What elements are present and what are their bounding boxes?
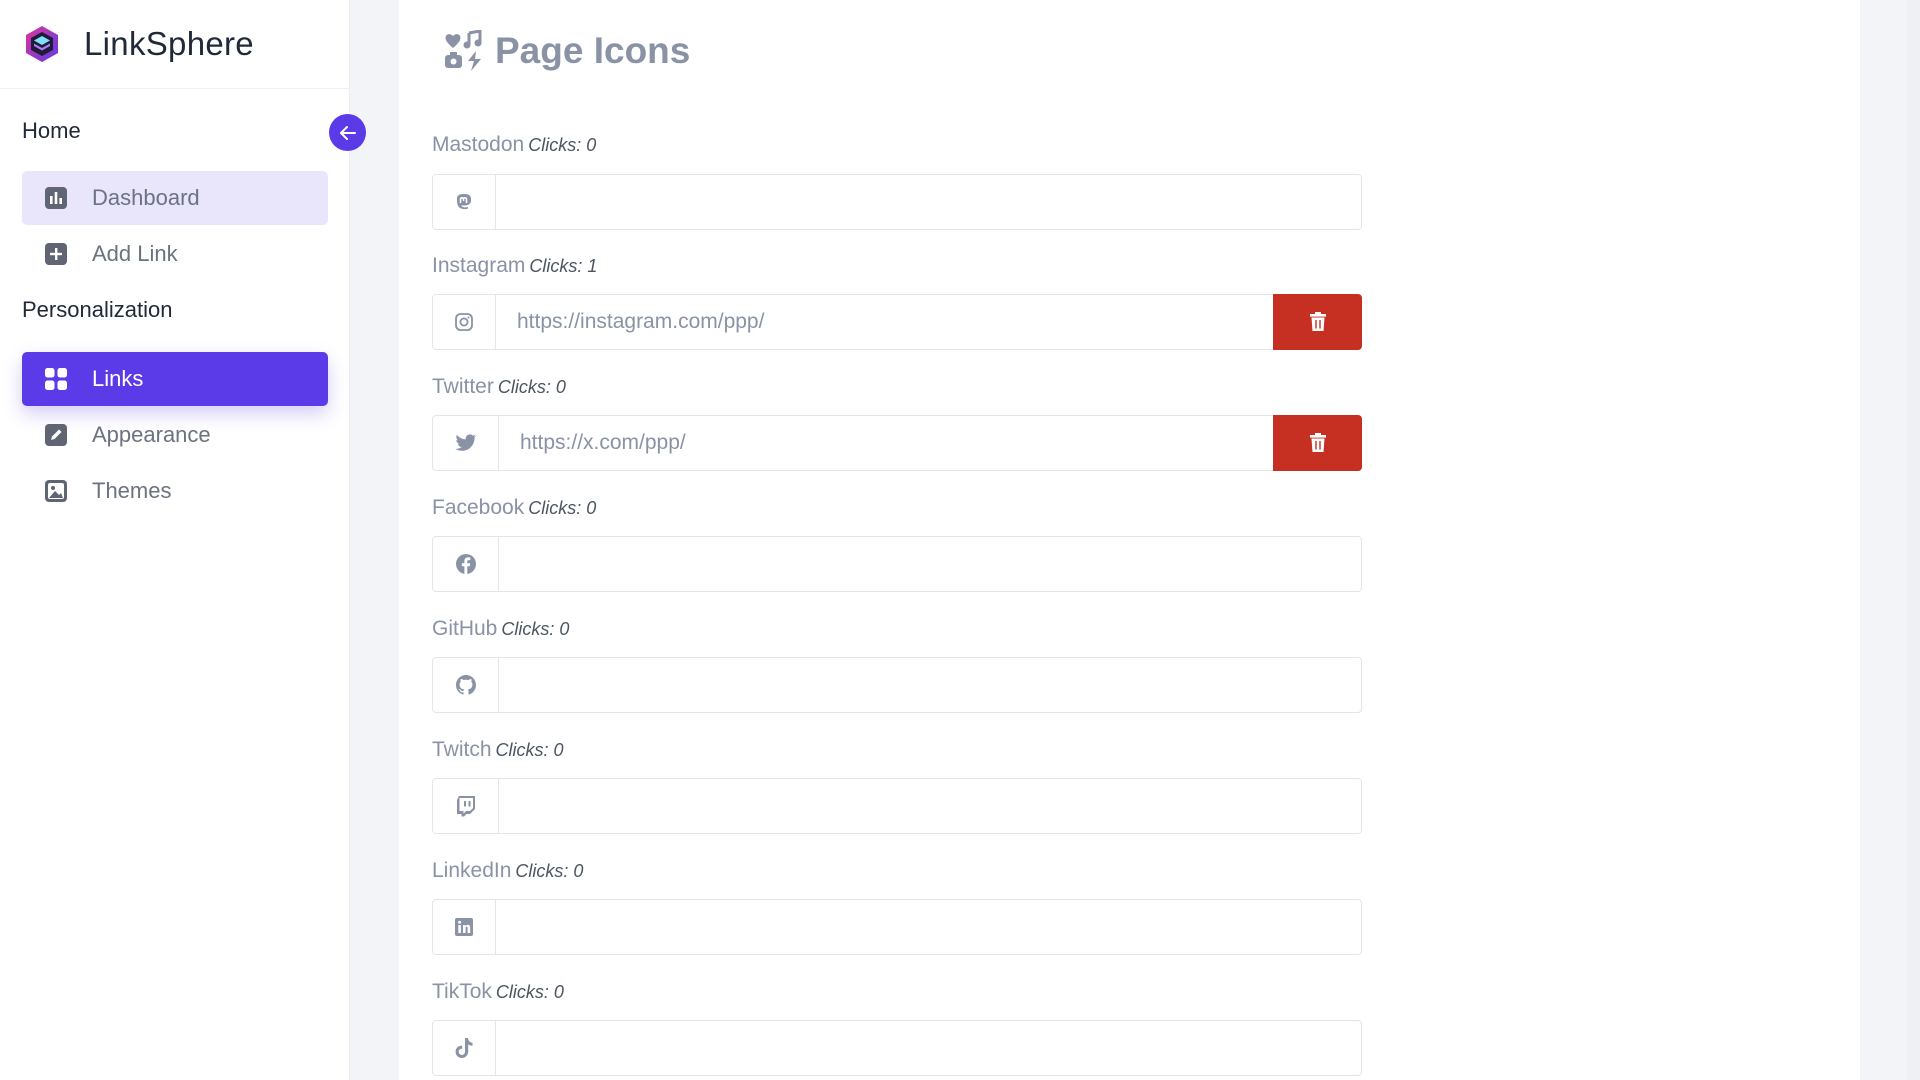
field-name: GitHub [432,617,498,640]
input-group-github [432,657,1362,713]
click-count: Clicks: 0 [497,377,566,397]
field-name: Mastodon [432,133,525,156]
section-title-home: Home [22,118,81,143]
section-title-personalization: Personalization [22,297,173,322]
tiktok-url-input[interactable] [496,1021,1361,1075]
input-group-twitch [432,778,1362,834]
field-label-twitter: Twitter Clicks: 0 [432,375,566,399]
sidebar-item-dashboard[interactable]: Dashboard [22,171,328,225]
delete-instagram-button[interactable] [1273,294,1362,350]
field-name: Facebook [432,496,525,519]
github-url-input[interactable] [499,658,1361,712]
field-label-tiktok: TikTok Clicks: 0 [432,980,564,1004]
field-label-facebook: Facebook Clicks: 0 [432,496,596,520]
brand: LinkSphere [0,0,349,89]
input-group-facebook [432,536,1362,592]
logo-icon [26,26,58,62]
brand-name: LinkSphere [84,25,254,62]
sidebar-item-label: Dashboard [92,185,200,210]
collapse-sidebar-button[interactable] [329,114,366,151]
trash-icon [1309,312,1326,331]
mastodon-url-input[interactable] [496,175,1361,229]
field-name: Twitter [432,375,494,398]
field-label-github: GitHub Clicks: 0 [432,617,569,641]
click-count: Clicks: 0 [528,135,597,155]
input-group-twitter [432,415,1362,471]
page-icons-icon [445,30,482,71]
linkedin-icon [433,900,496,954]
facebook-url-input[interactable] [499,537,1361,591]
scrollbar-track[interactable] [1860,0,1920,1080]
field-label-instagram: Instagram Clicks: 1 [432,254,597,278]
plus-square-icon [44,242,68,266]
input-group-tiktok [432,1020,1362,1076]
twitch-url-input[interactable] [499,779,1361,833]
chart-bar-icon [44,186,68,210]
click-count: Clicks: 0 [515,861,584,881]
main-content: Page Icons Mastodon Clicks: 0 Instagram Cl… [399,0,1860,1080]
field-name: Twitch [432,738,492,761]
arrow-left-icon [339,125,356,140]
sidebar: LinkSphere Home Dashboard Add Link Perso… [0,0,350,1080]
field-label-mastodon: Mastodon Clicks: 0 [432,133,596,157]
click-count: Clicks: 0 [528,498,597,518]
sidebar-item-themes[interactable]: Themes [22,464,328,518]
sidebar-item-appearance[interactable]: Appearance [22,408,328,462]
input-group-mastodon [432,174,1362,230]
grid-icon [44,367,68,391]
sidebar-item-label: Themes [92,478,172,503]
field-name: LinkedIn [432,859,512,882]
sidebar-item-label: Links [92,366,144,391]
click-count: Clicks: 0 [495,740,564,760]
instagram-url-input[interactable] [496,295,1273,349]
input-group-instagram [432,294,1362,350]
sidebar-item-add-link[interactable]: Add Link [22,227,328,281]
field-label-twitch: Twitch Clicks: 0 [432,738,564,762]
field-label-linkedin: LinkedIn Clicks: 0 [432,859,583,883]
field-name: Instagram [432,254,526,277]
instagram-icon [433,295,496,349]
click-count: Clicks: 0 [501,619,570,639]
trash-icon [1309,433,1326,452]
mastodon-icon [433,175,496,229]
linkedin-url-input[interactable] [496,900,1361,954]
click-count: Clicks: 0 [495,982,564,1002]
github-icon [433,658,499,712]
twitter-url-input[interactable] [499,416,1273,470]
page-header: Page Icons [443,30,690,72]
edit-icon [44,423,68,447]
input-group-linkedin [432,899,1362,955]
twitch-icon [433,779,499,833]
sidebar-item-links[interactable]: Links [22,352,328,406]
facebook-icon [433,537,499,591]
tiktok-icon [433,1021,496,1075]
sidebar-item-label: Appearance [92,422,211,447]
twitter-icon [433,416,499,470]
page-title: Page Icons [495,30,691,71]
field-name: TikTok [432,980,492,1003]
image-icon [44,479,68,503]
delete-twitter-button[interactable] [1273,415,1362,471]
click-count: Clicks: 1 [529,256,598,276]
sidebar-item-label: Add Link [92,241,178,266]
